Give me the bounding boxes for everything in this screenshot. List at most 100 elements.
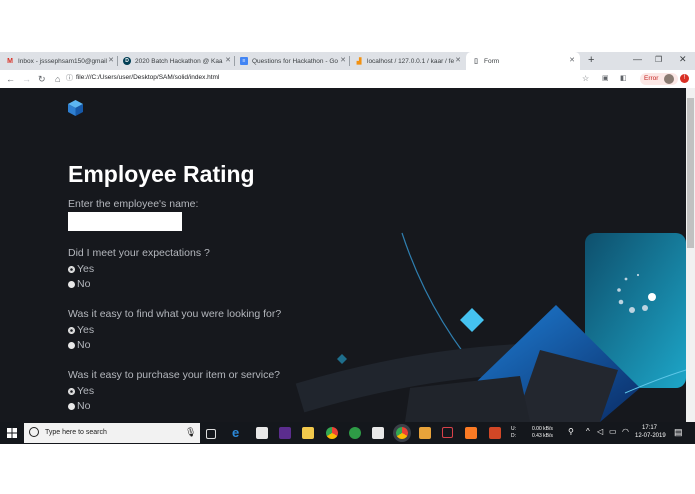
minimize-button[interactable]: —: [633, 54, 642, 64]
close-icon[interactable]: ✕: [340, 56, 346, 64]
address-bar[interactable]: file:///C:/Users/user/Desktop/SAM/solid/…: [76, 74, 219, 81]
tab-hackathon[interactable]: D 2020 Batch Hackathon @ Kaa ✕: [123, 52, 235, 70]
extension-icon[interactable]: ◧: [620, 73, 627, 85]
close-icon[interactable]: ✕: [225, 56, 231, 64]
question-1-no-radio[interactable]: No: [68, 278, 90, 290]
close-icon[interactable]: ✕: [108, 56, 114, 64]
windows-start-icon[interactable]: [7, 428, 17, 438]
tab-separator: [349, 56, 350, 66]
powerpoint-icon[interactable]: [489, 427, 501, 439]
taskbar: Type here to search 🎙 e U: D: 0.00 kB/s …: [0, 422, 695, 444]
app-icon[interactable]: [442, 427, 453, 438]
tab-separator: [234, 56, 235, 66]
avatar: [664, 74, 674, 84]
extension-icon[interactable]: ▣: [602, 73, 609, 85]
chevron-up-icon[interactable]: ^: [586, 427, 590, 436]
question-2-text: Was it easy to find what you were lookin…: [68, 308, 282, 320]
battery-icon[interactable]: ▭: [609, 427, 617, 436]
gmail-icon: M: [7, 57, 13, 65]
microphone-icon[interactable]: 🎙: [185, 427, 196, 438]
back-button[interactable]: ←: [6, 73, 15, 85]
option-label: No: [77, 400, 91, 412]
tab-questions[interactable]: ≡ Questions for Hackathon - Go ✕: [240, 52, 350, 70]
people-icon[interactable]: ⚲: [568, 427, 574, 436]
clock-time[interactable]: 17:17: [642, 425, 657, 431]
network-upload-speed: 0.00 kB/s: [532, 426, 553, 432]
tab-title: Form: [484, 57, 500, 65]
media-player-icon[interactable]: [279, 427, 291, 439]
task-view-icon[interactable]: [206, 429, 216, 439]
radio-unselected-icon[interactable]: [68, 402, 75, 410]
tab-title: 2020 Batch Hackathon @ Kaa: [135, 57, 223, 65]
clock-date[interactable]: 12-07-2019: [635, 433, 666, 439]
question-2-no-radio[interactable]: No: [68, 339, 90, 351]
sublime-text-icon[interactable]: [419, 427, 431, 439]
file-explorer-icon[interactable]: [302, 427, 314, 439]
phpmyadmin-icon: ▟: [356, 58, 362, 65]
close-window-button[interactable]: ✕: [679, 54, 687, 65]
option-label: Yes: [77, 324, 95, 336]
close-icon[interactable]: ✕: [569, 56, 575, 64]
volume-icon[interactable]: ◁: [597, 427, 603, 436]
option-label: Yes: [77, 263, 95, 275]
question-1-yes-radio[interactable]: Yes: [68, 263, 94, 275]
forward-button[interactable]: →: [22, 73, 31, 85]
devpost-icon: D: [123, 57, 131, 65]
new-tab-button[interactable]: +: [588, 54, 594, 66]
taskbar-search-box[interactable]: Type here to search 🎙: [24, 423, 200, 443]
name-label: Enter the employee's name:: [68, 198, 199, 210]
close-icon[interactable]: ✕: [455, 56, 461, 64]
radio-selected-icon[interactable]: [68, 326, 75, 334]
scrollbar-thumb[interactable]: [687, 98, 694, 248]
page-title: Employee Rating: [68, 161, 255, 187]
scrollbar[interactable]: [686, 88, 695, 422]
tab-strip: M Inbox - jsssephsam150@gmail ✕ D 2020 B…: [0, 52, 695, 70]
question-2-yes-radio[interactable]: Yes: [68, 324, 94, 336]
browser-toolbar: ← → ↻ ⌂ ⓘ file:///C:/Users/user/Desktop/…: [0, 70, 695, 89]
tab-title: Questions for Hackathon - Go: [252, 57, 338, 65]
home-button[interactable]: ⌂: [55, 73, 60, 85]
page-icon: ▯: [474, 58, 478, 65]
chrome-active-icon[interactable]: [396, 427, 408, 439]
radio-selected-icon[interactable]: [68, 387, 75, 395]
mail-icon[interactable]: [372, 427, 384, 439]
restore-button[interactable]: ❐: [655, 55, 662, 64]
store-icon[interactable]: [256, 427, 268, 439]
employee-name-input[interactable]: [68, 212, 182, 231]
page-viewport: Employee Rating Enter the employee's nam…: [0, 88, 686, 422]
google-docs-icon: ≡: [240, 57, 248, 65]
notifications-icon[interactable]: ▤: [674, 427, 683, 438]
network-down-label: D:: [511, 433, 516, 439]
bookmark-star-icon[interactable]: ☆: [582, 73, 589, 85]
radio-selected-icon[interactable]: [68, 265, 75, 273]
wifi-icon[interactable]: ◠: [622, 427, 629, 436]
menu-error-icon[interactable]: !: [680, 74, 689, 83]
question-3-text: Was it easy to purchase your item or ser…: [68, 369, 281, 381]
question-3-yes-radio[interactable]: Yes: [68, 385, 94, 397]
edge-icon[interactable]: e: [232, 425, 244, 440]
info-icon[interactable]: ⓘ: [66, 73, 73, 85]
tab-separator: [117, 56, 118, 66]
chrome-icon[interactable]: [326, 427, 338, 439]
option-label: No: [77, 339, 91, 351]
question-1-text: Did I meet your expectations ?: [68, 247, 210, 259]
network-download-speed: 0.43 kB/s: [532, 433, 553, 439]
question-3-no-radio[interactable]: No: [68, 400, 90, 412]
profile-error-badge[interactable]: Error: [640, 73, 678, 85]
network-up-label: U:: [511, 426, 516, 432]
app-icon[interactable]: [349, 427, 361, 439]
xampp-icon[interactable]: [465, 427, 477, 439]
reload-button[interactable]: ↻: [38, 73, 46, 85]
tab-title: localhost / 127.0.0.1 / kaar / fe: [367, 57, 455, 65]
search-placeholder: Type here to search: [45, 429, 107, 436]
search-icon: [29, 427, 39, 437]
tab-gmail[interactable]: M Inbox - jsssephsam150@gmail ✕: [6, 52, 118, 70]
option-label: Yes: [77, 385, 95, 397]
cube-logo-icon: [68, 100, 83, 116]
tab-localhost[interactable]: ▟ localhost / 127.0.0.1 / kaar / fe ✕: [355, 52, 465, 70]
radio-unselected-icon[interactable]: [68, 341, 75, 349]
tab-form[interactable]: ▯ Form ✕: [466, 52, 580, 70]
error-badge-label: Error: [644, 75, 659, 82]
tab-title: Inbox - jsssephsam150@gmail: [18, 57, 107, 65]
radio-unselected-icon[interactable]: [68, 280, 75, 288]
